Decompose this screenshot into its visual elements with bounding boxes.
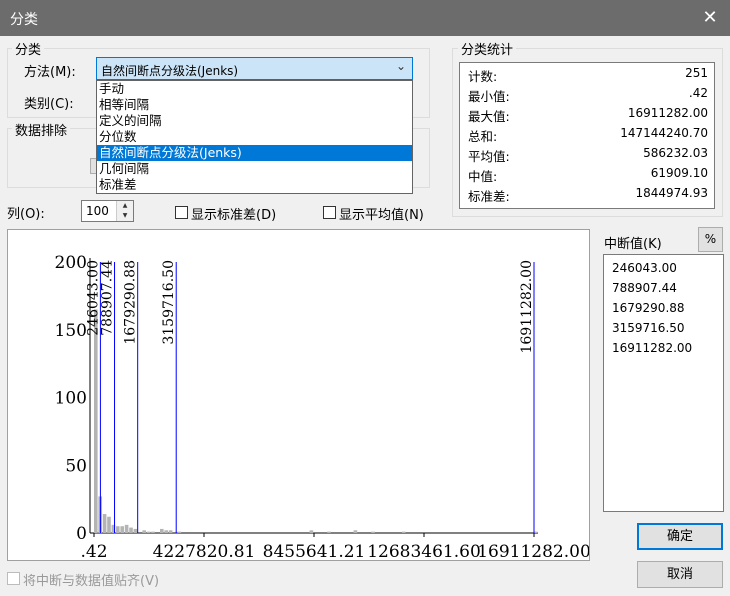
stepper-down-icon[interactable]: ▼ <box>116 211 133 221</box>
histogram-bar <box>142 530 146 533</box>
stat-row: 计数: 251 <box>468 66 708 85</box>
columns-stepper[interactable]: 100 ▲ ▼ <box>81 200 134 222</box>
break-value[interactable]: 788907.44 <box>612 281 677 295</box>
method-option[interactable]: 自然间断点分级法(Jenks) <box>97 145 412 161</box>
stat-label: 中值: <box>468 169 498 184</box>
histogram-bar <box>133 528 138 533</box>
histogram-bar <box>115 526 120 533</box>
cancel-button[interactable]: 取消 <box>637 561 723 588</box>
histogram-bar <box>129 527 133 533</box>
stat-value: 147144240.70 <box>620 126 708 140</box>
stat-label: 平均值: <box>468 149 510 164</box>
classification-group-label: 分类 <box>12 39 45 58</box>
histogram-bar <box>309 530 314 533</box>
y-tick-label: 100 <box>55 389 87 409</box>
stat-label: 总和: <box>468 129 498 144</box>
method-option[interactable]: 相等间隔 <box>97 97 412 113</box>
histogram-bar <box>160 528 164 533</box>
histogram-bar <box>120 526 124 533</box>
histogram-chart[interactable]: 200 150 100 50 0.42 4227820.81 8455641.21 12683… <box>7 229 590 561</box>
x-tick-label: 4227820.81 <box>153 542 256 561</box>
y-tick-label: 150 <box>55 321 87 341</box>
exclusion-group-label: 数据排除 <box>12 120 71 139</box>
stats-group-label: 分类统计 <box>458 39 517 58</box>
snap-label: 将中断与数据值贴齐(V) <box>23 574 160 589</box>
stat-row: 标准差: 1844974.93 <box>468 186 708 205</box>
y-tick-label: 200 <box>55 253 87 273</box>
stat-row: 中值: 61909.10 <box>468 166 708 185</box>
x-tick-label: 16911282.00 <box>477 542 590 561</box>
stat-value: 61909.10 <box>650 166 708 180</box>
break-value[interactable]: 3159716.50 <box>612 321 685 335</box>
stat-value: 1844974.93 <box>635 186 708 200</box>
close-icon[interactable]: ✕ <box>694 3 726 33</box>
method-select[interactable]: 自然间断点分级法(Jenks) ⌄ <box>96 57 413 80</box>
histogram-bar <box>164 530 169 533</box>
break-value[interactable]: 1679290.88 <box>612 301 685 315</box>
stat-row: 最大值: 16911282.00 <box>468 106 708 125</box>
class-label: 类别(C): <box>24 97 74 112</box>
chevron-down-icon[interactable]: ⌄ <box>396 59 406 73</box>
method-select-value: 自然间断点分级法(Jenks) <box>101 64 239 78</box>
stat-label: 最大值: <box>468 109 510 124</box>
stat-row: 平均值: 586232.03 <box>468 146 708 165</box>
y-tick-label: 50 <box>65 456 87 476</box>
columns-label: 列(O): <box>7 207 45 222</box>
stat-value: 586232.03 <box>643 146 708 160</box>
show-mean-checkbox[interactable] <box>323 206 336 219</box>
method-option[interactable]: 几何间隔 <box>97 161 412 177</box>
break-label: 788907.44 <box>100 260 116 336</box>
method-option[interactable]: 标准差 <box>97 177 412 193</box>
x-tick-label: .42 <box>80 542 107 561</box>
window-title: 分类 <box>10 12 38 28</box>
x-tick-label: 8455641.21 <box>263 542 366 561</box>
histogram-bar <box>353 530 358 533</box>
histogram-bar <box>124 524 129 533</box>
histogram-bar <box>177 531 182 533</box>
stat-row: 最小值: .42 <box>468 86 708 105</box>
stat-label: 计数: <box>468 69 498 84</box>
histogram-bar <box>151 531 155 533</box>
y-tick-label: 0 <box>76 524 87 544</box>
histogram-bar <box>102 514 107 533</box>
histogram-bar <box>94 309 98 533</box>
percent-button[interactable]: % <box>698 227 723 252</box>
method-option[interactable]: 定义的间隔 <box>97 113 412 129</box>
method-option[interactable]: 分位数 <box>97 129 412 145</box>
break-label: 16911282.00 <box>519 260 535 354</box>
histogram-bar <box>146 531 151 533</box>
histogram-bar <box>107 516 111 533</box>
histogram-bar <box>327 531 331 533</box>
columns-value[interactable]: 100 <box>86 204 109 218</box>
show-std-checkbox[interactable] <box>175 206 188 219</box>
break-value[interactable]: 16911282.00 <box>612 341 692 355</box>
histogram-bar <box>371 531 375 533</box>
x-tick-label: 12683461.60 <box>367 542 481 561</box>
histogram-svg: 200 150 100 50 0.42 4227820.81 8455641.21 12683… <box>55 253 590 561</box>
stats-box: 计数: 251 最小值: .42 最大值: 16911282.00 总和: 147144240… <box>459 62 715 209</box>
break-value[interactable]: 246043.00 <box>612 261 677 275</box>
stat-label: 标准差: <box>468 189 510 204</box>
show-std-label[interactable]: 显示标准差(D) <box>191 204 276 223</box>
histogram-bar <box>401 531 406 533</box>
method-label: 方法(M): <box>24 65 76 80</box>
title-bar: 分类 ✕ <box>0 0 730 36</box>
break-label: 3159716.50 <box>161 260 177 345</box>
method-dropdown-list[interactable]: 手动 相等间隔 定义的间隔 分位数 自然间断点分级法(Jenks) 几何间隔 标准差 <box>96 80 413 194</box>
ok-button[interactable]: 确定 <box>637 523 723 550</box>
breaks-list[interactable]: 246043.00 788907.44 1679290.88 3159716.50 16… <box>603 254 724 512</box>
break-label: 1679290.88 <box>123 260 139 345</box>
stat-value: 16911282.00 <box>627 106 708 120</box>
show-mean-label[interactable]: 显示平均值(N) <box>339 204 424 223</box>
stat-value: 251 <box>685 66 708 80</box>
snap-checkbox[interactable] <box>7 572 20 585</box>
stepper-up-icon[interactable]: ▲ <box>116 201 133 211</box>
histogram-bar <box>534 531 538 533</box>
stat-value: .42 <box>688 86 708 100</box>
breaks-label: 中断值(K) <box>604 237 662 252</box>
method-option[interactable]: 手动 <box>97 81 412 97</box>
histogram-bar <box>168 530 173 533</box>
stat-row: 总和: 147144240.70 <box>468 126 708 145</box>
stat-label: 最小值: <box>468 89 510 104</box>
